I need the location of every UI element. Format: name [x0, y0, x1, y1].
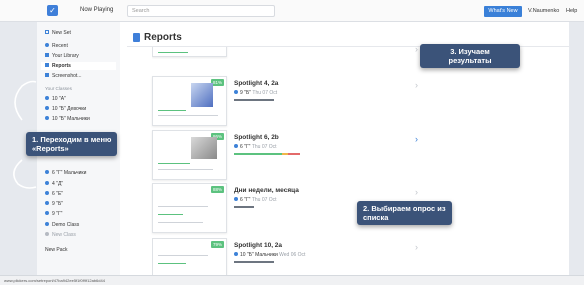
callout-step-2: 2. Выбираем опрос из списка — [357, 201, 452, 225]
callout-step-3: 3. Изучаем результаты — [420, 44, 520, 68]
callout-text: результаты — [448, 56, 492, 65]
callout-text: 1. Переходим в меню — [32, 135, 112, 144]
callout-text: списка — [363, 213, 389, 222]
callout-step-1: 1. Переходим в меню «Reports» — [26, 132, 118, 156]
callout-text: «Reports» — [32, 144, 69, 153]
pointer-line — [267, 213, 321, 233]
app-window: ✓ Now Playing Search What's New V.Naumen… — [0, 0, 584, 285]
callout-text: 3. Изучаем — [450, 47, 490, 56]
callout-text: 2. Выбираем опрос из — [363, 204, 446, 213]
bracket-arc — [13, 159, 37, 189]
bracket-arc — [14, 80, 37, 121]
